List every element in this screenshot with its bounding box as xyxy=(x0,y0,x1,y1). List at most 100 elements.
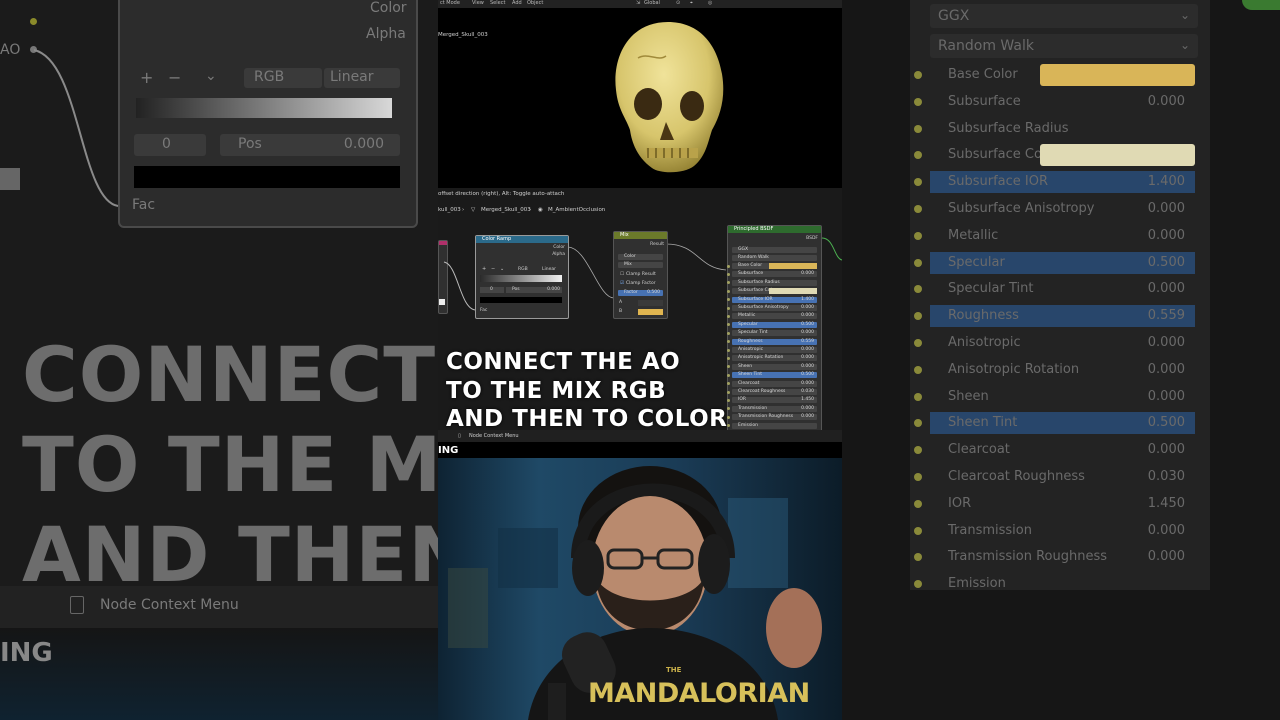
bsdf-input-label: Transmission Roughness xyxy=(738,414,794,420)
pivot-icon[interactable]: ⊙ xyxy=(676,0,680,6)
bsdf-input-row[interactable]: Specular 0.500 xyxy=(727,321,817,328)
stop-index-field[interactable]: 0 xyxy=(480,287,504,293)
input-socket[interactable] xyxy=(727,331,730,335)
menu-mode[interactable]: ct Mode xyxy=(440,0,460,6)
mix-factor-field[interactable]: Factor 0.500 xyxy=(618,290,663,296)
color-ramp-header[interactable]: Color Ramp xyxy=(476,236,568,243)
title-strip: ING xyxy=(438,442,842,458)
bg-socket-dot xyxy=(914,526,922,535)
color-swatch[interactable] xyxy=(769,288,817,295)
bg-socket-dot xyxy=(914,392,922,401)
bg-bsdf-row-label: Transmission xyxy=(948,522,1032,538)
bg-bsdf-row-label: Subsurface xyxy=(948,93,1021,109)
bsdf-input-row[interactable]: Sheen 0.000 xyxy=(727,363,817,370)
transform-orientation[interactable]: Global xyxy=(644,0,660,6)
bg-bsdf-row-value: 0.000 xyxy=(1147,442,1185,458)
color-ramp-interp[interactable]: Linear xyxy=(542,267,556,272)
bsdf-input-row[interactable]: Subsurface Color xyxy=(727,288,817,295)
stop-pos-value: 0.000 xyxy=(547,287,560,292)
bg-socket-dot xyxy=(914,473,922,481)
input-socket[interactable] xyxy=(727,398,730,402)
input-socket[interactable] xyxy=(727,298,730,302)
mix-blend-dropdown[interactable]: Mix xyxy=(618,262,663,268)
mix-node[interactable]: Mix Result Color Mix ☐ Clamp Result ☑ Cl… xyxy=(613,231,668,319)
mix-header[interactable]: Mix xyxy=(614,232,667,239)
menu-object[interactable]: Object xyxy=(527,0,543,6)
mix-b-swatch[interactable] xyxy=(638,309,663,315)
bg-sss-label: Random Walk xyxy=(938,38,1034,54)
stop-color-swatch[interactable] xyxy=(480,297,562,303)
bsdf-input-row[interactable]: Specular Tint 0.000 xyxy=(727,330,817,337)
input-socket[interactable] xyxy=(727,424,730,428)
stop-index-value: 0 xyxy=(490,287,493,292)
color-ramp-mode[interactable]: RGB xyxy=(518,267,528,272)
input-socket[interactable] xyxy=(727,323,730,327)
snap-icon[interactable]: ⌖ xyxy=(690,0,693,6)
mix-type-dropdown[interactable]: Color xyxy=(618,254,663,260)
input-socket[interactable] xyxy=(727,281,730,285)
menu-select[interactable]: Select xyxy=(490,0,505,6)
input-socket[interactable] xyxy=(727,289,730,293)
bg-caption-line-1: CONNECT T xyxy=(22,330,438,419)
proportional-edit-icon[interactable]: ◎ xyxy=(708,0,712,6)
bsdf-input-label: Clearcoat xyxy=(738,380,760,386)
color-ramp-gradient[interactable] xyxy=(480,275,562,282)
input-socket[interactable] xyxy=(727,407,730,411)
bsdf-header[interactable]: Principled BSDF xyxy=(728,226,821,233)
bsdf-input-row[interactable]: Subsurface IOR 1.400 xyxy=(727,296,817,303)
menu-view[interactable]: View xyxy=(472,0,484,6)
input-socket[interactable] xyxy=(727,373,730,377)
add-stop-icon[interactable]: + xyxy=(482,266,486,272)
bg-socket-dot xyxy=(914,258,922,267)
bsdf-output: BSDF xyxy=(806,236,818,241)
bsdf-input-row[interactable]: Subsurface Anisotropy 0.000 xyxy=(727,305,817,311)
transform-orientation-icon[interactable]: ⇲ xyxy=(636,0,640,6)
bsdf-input-row[interactable]: Emission xyxy=(727,422,817,429)
bsdf-input-row[interactable]: Clearcoat 0.000 xyxy=(727,380,817,387)
input-socket[interactable] xyxy=(727,415,730,419)
bsdf-input-row[interactable]: Sheen Tint 0.500 xyxy=(727,372,817,379)
menu-add[interactable]: Add xyxy=(512,0,522,6)
mix-a-swatch[interactable] xyxy=(638,300,663,306)
input-socket[interactable] xyxy=(727,390,730,394)
color-ramp-node[interactable]: Color Ramp Color Alpha + − ⌄ RGB Linear … xyxy=(475,235,569,319)
bsdf-input-row[interactable]: Anisotropic Rotation 0.000 xyxy=(727,355,817,362)
bsdf-input-row[interactable]: Anisotropic 0.000 xyxy=(727,347,817,353)
clamp-factor-checkbox[interactable]: ☑ xyxy=(620,281,624,286)
bsdf-input-row[interactable]: Roughness 0.559 xyxy=(727,338,817,345)
input-socket[interactable] xyxy=(727,365,730,369)
bsdf-input-row[interactable]: Subsurface Radius xyxy=(727,279,817,286)
remove-stop-icon[interactable]: − xyxy=(491,266,495,272)
bsdf-input-row[interactable]: Metallic 0.000 xyxy=(727,313,817,320)
bsdf-input-row[interactable]: Subsurface 0.000 xyxy=(727,271,817,278)
input-socket[interactable] xyxy=(727,356,730,360)
input-socket[interactable] xyxy=(727,264,730,268)
bsdf-input-row[interactable]: Clearcoat Roughness 0.030 xyxy=(727,389,817,395)
bsdf-input-row[interactable]: Transmission 0.000 xyxy=(727,405,817,412)
bsdf-input-value: 0.000 xyxy=(801,313,814,319)
input-socket[interactable] xyxy=(727,314,730,318)
bsdf-input-value: 0.000 xyxy=(801,271,814,277)
color-ramp-out-color: Color xyxy=(553,245,565,250)
color-swatch[interactable] xyxy=(769,263,817,269)
bsdf-sss-dropdown[interactable]: Random Walk xyxy=(732,255,817,261)
principled-bsdf-node[interactable]: Principled BSDF BSDF GGX Random Walk Bas… xyxy=(727,225,822,433)
clamp-result-checkbox[interactable]: ☐ xyxy=(620,272,624,277)
input-socket[interactable] xyxy=(727,348,730,352)
input-socket[interactable] xyxy=(727,272,730,276)
stop-pos-field[interactable]: Pos 0.000 xyxy=(506,287,562,293)
bsdf-distribution-dropdown[interactable]: GGX xyxy=(732,247,817,253)
bg-dist-dropdown: GGX ⌄ xyxy=(930,4,1198,28)
bsdf-input-row[interactable]: Base Color xyxy=(727,263,817,269)
chevron-down-icon[interactable]: ⌄ xyxy=(500,266,504,272)
input-socket[interactable] xyxy=(727,382,730,386)
bsdf-input-row[interactable]: IOR 1.450 xyxy=(727,397,817,404)
bsdf-input-row[interactable]: Transmission Roughness 0.000 xyxy=(727,414,817,421)
input-socket[interactable] xyxy=(727,340,730,344)
bg-bsdf-row-value: 0.000 xyxy=(1147,227,1185,243)
input-socket[interactable] xyxy=(727,306,730,310)
color-ramp-out-alpha: Alpha xyxy=(552,252,565,257)
bg-socket-dot xyxy=(914,97,922,106)
bsdf-input-value: 0.000 xyxy=(801,414,814,420)
3d-viewport[interactable]: Merged_Skull_003 xyxy=(438,8,842,188)
